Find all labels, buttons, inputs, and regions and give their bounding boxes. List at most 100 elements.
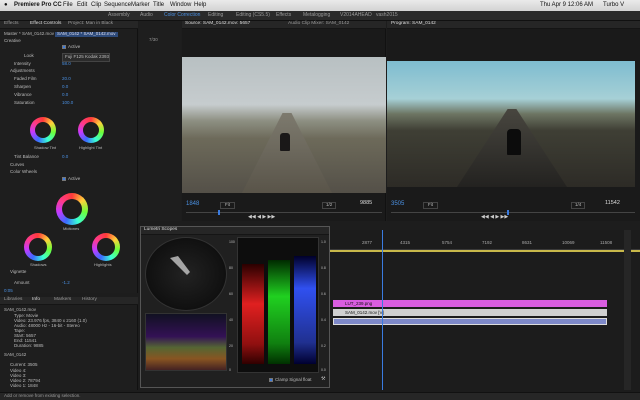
program-scrubber[interactable] — [391, 212, 635, 213]
workspace-effects[interactable]: Effects — [276, 13, 291, 18]
source-transport-icons[interactable]: ◀◀ ◀ ▶ ▶▶ — [248, 215, 275, 220]
menu-sequence[interactable]: Sequence — [104, 2, 131, 8]
source-ratio-dropdown[interactable]: 1/2 — [322, 202, 337, 209]
timeline-playhead[interactable] — [382, 230, 383, 390]
program-ratio-dropdown[interactable]: 1/4 — [571, 202, 586, 209]
tab-project[interactable]: Project: Man in Black — [68, 21, 113, 27]
status-text: Add or remove from existing selection. — [4, 393, 81, 398]
workspace-metalogging[interactable]: Metalogging — [303, 13, 330, 18]
timeline-clip-adjustment[interactable] — [333, 318, 607, 325]
menu-window[interactable]: Window — [170, 2, 191, 8]
timeline-scrollbar[interactable] — [624, 230, 631, 390]
menu-marker[interactable]: Marker — [131, 2, 150, 8]
faded-film-value[interactable]: 20.0 — [62, 76, 71, 82]
tab-effects[interactable]: Effects — [4, 21, 19, 27]
workspace-vash2015[interactable]: vash2015 — [376, 13, 398, 18]
menu-clip[interactable]: Clip — [91, 2, 101, 8]
tab-audio-clip-mixer[interactable]: Audio Clip Mixer: SAM_0142 — [288, 21, 349, 27]
menu-edit[interactable]: Edit — [77, 2, 87, 8]
scope-tick-right: 0.8 — [321, 266, 326, 270]
source-rider — [280, 133, 290, 151]
program-fit-dropdown[interactable]: Fit — [423, 202, 438, 209]
source-fit-dropdown[interactable]: Fit — [220, 202, 235, 209]
program-timecode-in[interactable]: 3505 — [391, 201, 404, 207]
program-rider — [507, 129, 521, 155]
sharpen-value[interactable]: 0.0 — [62, 84, 68, 90]
curves-label: Curves — [10, 162, 25, 167]
tab-history[interactable]: History — [82, 297, 97, 303]
intensity-value[interactable]: 58.0 — [62, 61, 71, 67]
source-scrubber[interactable] — [186, 212, 382, 213]
tint-balance-value[interactable]: 0.0 — [62, 154, 68, 160]
clamp-signal-label: Clamp Signal — [275, 377, 302, 382]
saturation-value[interactable]: 100.0 — [62, 100, 73, 106]
timeline-clip-lut[interactable]: LUT_239.png — [333, 300, 607, 307]
shadow-tint-wheel[interactable] — [30, 117, 56, 143]
info-panel: Libraries Info Markers History SAM_0142.… — [0, 297, 138, 390]
workspace-audio[interactable]: Audio — [140, 13, 153, 18]
highlight-tint-wheel[interactable] — [78, 117, 104, 143]
source-timecode-in[interactable]: 1848 — [186, 201, 199, 207]
menu-file[interactable]: File — [63, 2, 73, 8]
look-label: Look — [24, 53, 34, 58]
tab-program[interactable]: Program: SAM_0142 — [391, 21, 436, 27]
scope-tick-right: 1.0 — [321, 240, 326, 244]
master-label[interactable]: Master * SAM_0142.mov — [4, 31, 54, 37]
workspace-bar: Assembly Audio Color Correction Editing … — [0, 11, 640, 21]
apple-icon[interactable]: ● — [4, 2, 8, 8]
tab-effect-controls[interactable]: Effect Controls — [30, 21, 61, 27]
tab-source[interactable]: Source: SAM_0142.mov: 5657 — [185, 21, 250, 27]
tab-libraries[interactable]: Libraries — [4, 297, 22, 303]
parade-blue — [294, 256, 316, 364]
scope-tick-right: 0.0 — [321, 368, 326, 372]
scope-tick-left: 60 — [229, 292, 233, 296]
vectorscope-trace — [170, 256, 190, 275]
program-transport-icons[interactable]: ◀◀ ◀ ▶ ▶▶ — [481, 215, 508, 220]
workspace-v2014ahead[interactable]: V2014AHEAD — [340, 13, 372, 18]
user-name[interactable]: Turbo V — [603, 2, 624, 8]
adjustments-label: Adjustments — [10, 68, 35, 73]
workspace-color-correction[interactable]: Color Correction — [164, 13, 200, 18]
clock: Thu Apr 9 12:06 AM — [540, 2, 594, 8]
lumetri-scopes-panel: Lumetri Scopes 100 80 60 40 20 0 1.0 0.8… — [140, 226, 330, 388]
ruler-tick: 4315 — [400, 240, 411, 245]
amount-value[interactable]: -1.2 — [62, 280, 70, 286]
float-dropdown[interactable]: float — [303, 377, 312, 383]
timecode-label: 7/30 — [149, 37, 158, 42]
shadows-wheel[interactable] — [24, 233, 52, 261]
ruler-tick: 10069 — [562, 240, 575, 245]
vibrance-value[interactable]: 0.0 — [62, 92, 68, 98]
tab-markers[interactable]: Markers — [54, 297, 71, 303]
wrench-icon[interactable]: ⚒ — [321, 377, 325, 382]
ruler-tick: 11508 — [600, 240, 613, 245]
source-playhead[interactable] — [218, 210, 220, 215]
scope-tick-left: 100 — [229, 240, 235, 244]
menu-title[interactable]: Title — [153, 2, 164, 8]
workspace-editing[interactable]: Editing — [208, 13, 223, 18]
clamp-signal-checkbox[interactable] — [269, 378, 273, 382]
highlights-wheel[interactable] — [92, 233, 120, 261]
source-road — [242, 113, 332, 193]
midtones-wheel[interactable] — [56, 193, 88, 225]
scopes-title: Lumetri Scopes — [144, 227, 178, 232]
tab-info[interactable]: Info — [32, 297, 40, 303]
ruler-tick: 5754 — [442, 240, 453, 245]
timeline-clip-video[interactable]: SAM_0142.mov [V] — [333, 309, 607, 316]
parade-red — [242, 264, 264, 364]
menu-help[interactable]: Help — [194, 2, 206, 8]
workspace-editing-cs55[interactable]: Editing (CS5.5) — [236, 13, 270, 18]
highlights-label: Highlights — [94, 262, 112, 267]
ruler-tick: 7192 — [482, 240, 493, 245]
work-area-bar[interactable] — [330, 250, 640, 252]
color-wheels-active-label: Active — [68, 176, 81, 181]
creative-active-checkbox[interactable] — [62, 45, 66, 49]
scope-tick-left: 20 — [229, 344, 233, 348]
app-menu[interactable]: Premiere Pro CC — [14, 2, 62, 8]
workspace-assembly[interactable]: Assembly — [108, 13, 130, 18]
color-wheels-active-checkbox[interactable] — [62, 177, 66, 181]
shadows-label: Shadows — [30, 262, 47, 267]
clip-label[interactable]: SAM_0142 * SAM_0142.mov — [55, 31, 118, 37]
color-wheels-label: Color Wheels — [10, 169, 38, 174]
effect-controls-panel: Effects Effect Controls Project: Man in … — [0, 21, 138, 293]
faded-film-label: Faded Film — [14, 76, 37, 81]
